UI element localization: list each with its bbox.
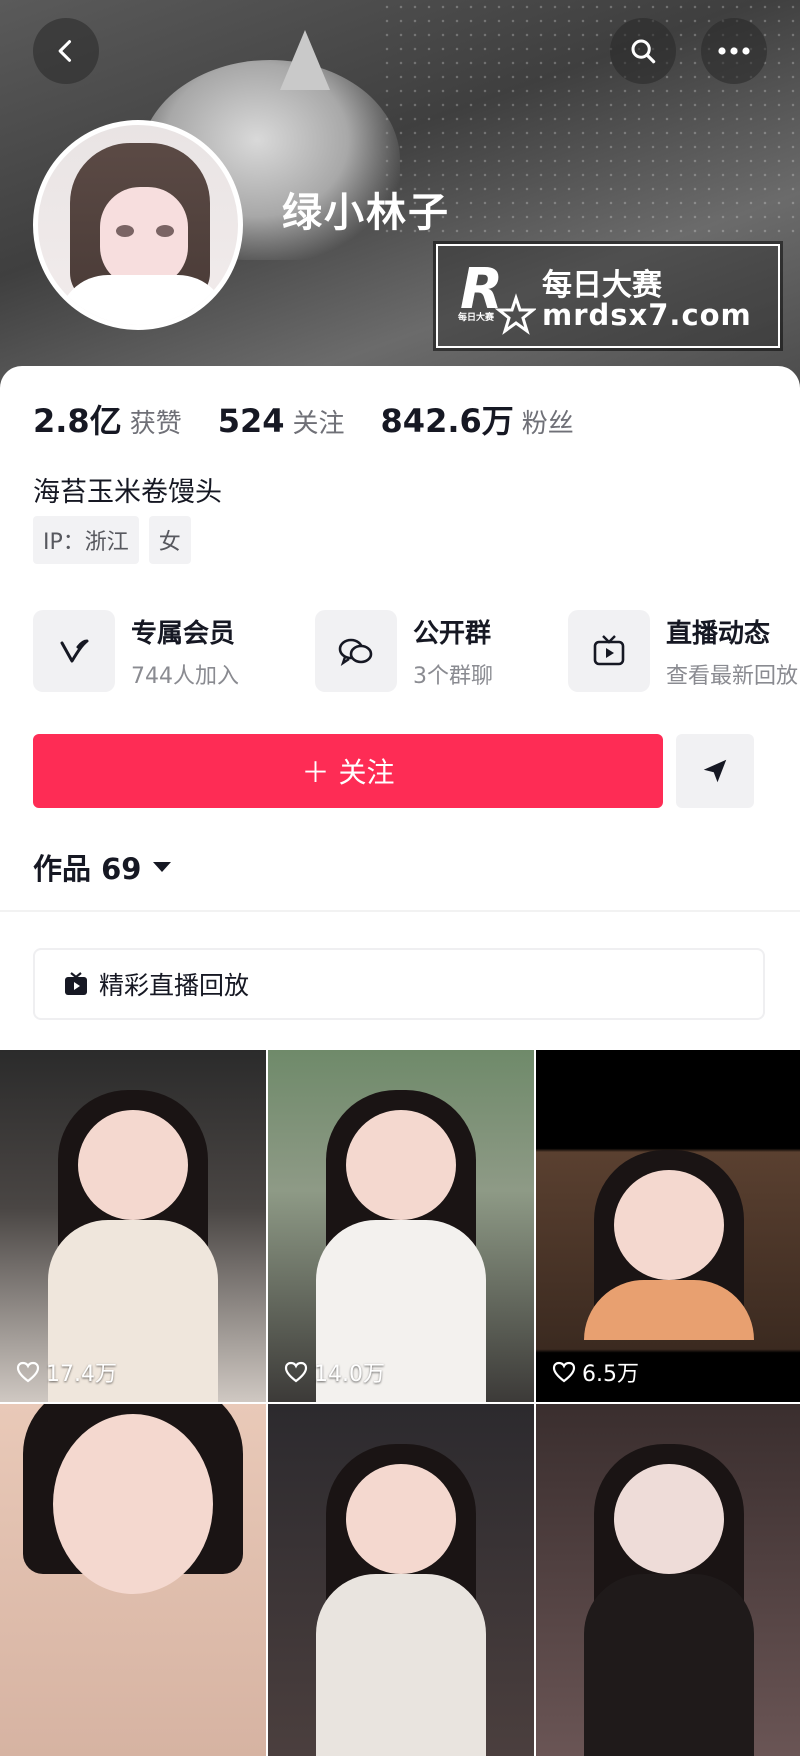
feature-group[interactable]: 公开群 3个群聊 <box>315 610 493 692</box>
feature-live-title: 直播动态 <box>666 618 771 649</box>
followers-label[interactable]: 粉丝 <box>522 403 574 440</box>
send-icon <box>703 759 727 783</box>
profile-header: 绿小林子 R 每日大赛 每日大赛 mrdsx7.com <box>0 0 800 400</box>
stats-row: 2.8亿 获赞 524 关注 842.6万 粉丝 <box>33 396 610 442</box>
header-background-cat-ear <box>280 30 330 90</box>
video-thumbnail[interactable] <box>268 1404 534 1756</box>
more-button[interactable] <box>701 18 767 84</box>
group-chat-icon <box>315 610 397 692</box>
watermark-url: mrdsx7.com <box>542 298 752 332</box>
chevron-left-icon <box>58 40 72 62</box>
live-replay-label: 精彩直播回放 <box>99 971 250 1000</box>
feature-live-subtitle: 查看最新回放 <box>666 663 799 689</box>
gender-tag: 女 <box>148 516 191 564</box>
feature-group-title: 公开群 <box>413 618 492 649</box>
watermark-banner: R 每日大赛 每日大赛 mrdsx7.com <box>433 241 783 351</box>
profile-tags: IP：浙江 女 <box>33 516 191 564</box>
svg-text:每日大赛: 每日大赛 <box>458 311 495 323</box>
search-button[interactable] <box>610 18 676 84</box>
username: 绿小林子 <box>282 190 450 236</box>
feature-live[interactable]: 直播动态 查看最新回放 <box>568 610 798 692</box>
video-likes: 14.0万 <box>284 1356 385 1388</box>
video-likes-count: 6.5万 <box>582 1362 639 1387</box>
heart-icon <box>16 1361 40 1383</box>
bio-text: 海苔玉米卷馒头 <box>33 477 222 508</box>
heart-icon <box>284 1361 308 1383</box>
profile-card: 2.8亿 获赞 524 关注 842.6万 粉丝 海苔玉米卷馒头 IP：浙江 女… <box>0 366 800 1756</box>
watermark-logo: R 每日大赛 <box>458 257 536 335</box>
member-v-icon <box>33 610 115 692</box>
video-likes-count: 17.4万 <box>46 1362 117 1387</box>
search-icon <box>631 39 656 64</box>
video-likes: 17.4万 <box>16 1356 117 1388</box>
follow-button[interactable]: ＋ 关注 <box>33 734 663 808</box>
live-tv-icon <box>568 610 650 692</box>
feature-member[interactable]: 专属会员 744人加入 <box>33 610 239 692</box>
ip-location-tag: IP：浙江 <box>33 516 139 564</box>
feature-group-subtitle: 3个群聊 <box>413 663 493 689</box>
more-dots-icon <box>718 47 750 55</box>
following-count[interactable]: 524 <box>218 402 285 440</box>
works-tab[interactable]: 作品 69 <box>33 846 173 888</box>
share-button[interactable] <box>676 734 754 808</box>
feature-member-title: 专属会员 <box>131 618 236 649</box>
live-replay-entry[interactable]: 精彩直播回放 <box>33 948 765 1020</box>
caret-down-icon <box>153 862 172 872</box>
section-divider <box>0 910 800 912</box>
following-label[interactable]: 关注 <box>293 403 345 440</box>
video-thumbnail[interactable]: 14.0万 <box>268 1050 534 1402</box>
avatar[interactable] <box>33 120 243 330</box>
video-likes-count: 14.0万 <box>314 1362 385 1387</box>
likes-count: 2.8亿 <box>33 402 122 440</box>
video-grid: 17.4万 14.0万 6.5万 <box>0 1050 800 1756</box>
video-thumbnail[interactable] <box>0 1404 266 1756</box>
feature-member-subtitle: 744人加入 <box>131 663 239 689</box>
works-label: 作品 69 <box>33 852 142 886</box>
video-thumbnail[interactable]: 6.5万 <box>536 1050 800 1402</box>
back-button[interactable] <box>33 18 99 84</box>
followers-count[interactable]: 842.6万 <box>381 396 514 442</box>
video-thumbnail[interactable] <box>536 1404 800 1756</box>
video-thumbnail[interactable]: 17.4万 <box>0 1050 266 1402</box>
likes-label: 获赞 <box>129 409 182 439</box>
heart-icon <box>552 1361 576 1383</box>
live-replay-icon <box>65 972 87 995</box>
video-likes: 6.5万 <box>552 1356 639 1388</box>
